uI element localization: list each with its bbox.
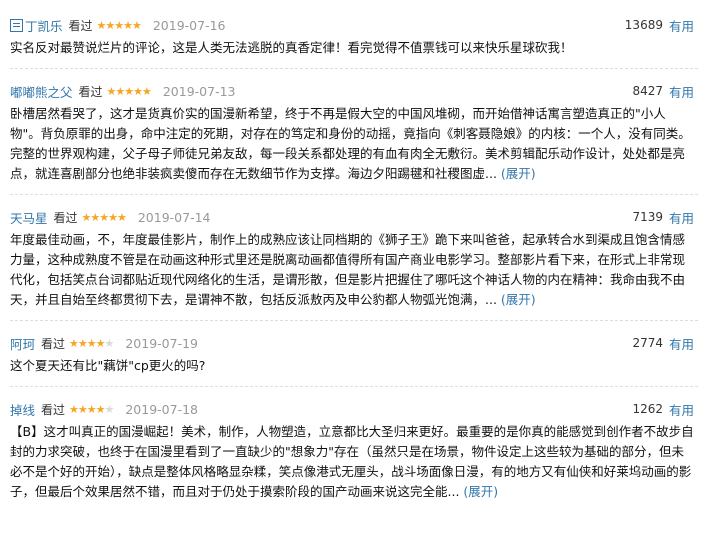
comment-user-link[interactable]: 嘟嘟熊之父 bbox=[10, 82, 73, 101]
comment-text: 卧槽居然看哭了，这才是货真价实的国漫新希望，终于不再是假大空的中国风堆砌，而开始… bbox=[10, 104, 694, 184]
comment-user-name: 天马星 bbox=[10, 210, 48, 226]
comment-meta: 天马星 看过 ★★★★★ 2019-07-14 7139 有用 bbox=[10, 204, 694, 230]
comment-short: 实名反对最赞说烂片的评论，这是人类无法逃脱的真香定律！看完觉得不值票钱可以来快乐… bbox=[10, 40, 573, 55]
comment-text: 实名反对最赞说烂片的评论，这是人类无法逃脱的真香定律！看完觉得不值票钱可以来快乐… bbox=[10, 38, 694, 58]
vote-count: 1262 bbox=[632, 402, 663, 416]
comment-status: 看过 bbox=[53, 210, 78, 225]
useful-button[interactable]: 有用 bbox=[669, 400, 694, 419]
rating-stars-icon: ★★★★★ bbox=[69, 402, 114, 416]
comment-user-name: 丁凯乐 bbox=[25, 18, 63, 34]
comment-date: 2019-07-16 bbox=[152, 17, 226, 33]
expand-link[interactable]: (展开) bbox=[463, 484, 498, 499]
comment-item: 阿珂 看过 ★★★★★ 2019-07-19 2774 有用 这个夏天还有比"藕… bbox=[0, 320, 706, 376]
comment-text: 【B】这才叫真正的国漫崛起！美术，制作，人物塑造，立意都比大圣归来更好。最重要的… bbox=[10, 422, 694, 502]
comment-item: 嘟嘟熊之父 看过 ★★★★★ 2019-07-13 8427 有用 卧槽居然看哭… bbox=[0, 68, 706, 184]
vote-count: 7139 bbox=[632, 210, 663, 224]
comment-user-link[interactable]: 阿珂 bbox=[10, 334, 35, 353]
comment-item: 丁凯乐 看过 ★★★★★ 2019-07-16 13689 有用 实名反对最赞说… bbox=[0, 12, 706, 58]
vote-count: 2774 bbox=[632, 336, 663, 350]
rating-stars-icon: ★★★★★ bbox=[69, 336, 114, 350]
rating-stars-icon: ★★★★★ bbox=[96, 18, 142, 32]
comment-date: 2019-07-14 bbox=[137, 209, 211, 225]
comment-item: 掉线 看过 ★★★★★ 2019-07-18 1262 有用 【B】这才叫真正的… bbox=[0, 386, 706, 502]
rating-stars-icon: ★★★★★ bbox=[106, 84, 152, 98]
comment-short: 这个夏天还有比"藕饼"cp更火的吗? bbox=[10, 358, 206, 373]
useful-button[interactable]: 有用 bbox=[669, 208, 694, 227]
comment-list: 丁凯乐 看过 ★★★★★ 2019-07-16 13689 有用 实名反对最赞说… bbox=[0, 12, 706, 502]
comment-meta: 嘟嘟熊之父 看过 ★★★★★ 2019-07-13 8427 有用 bbox=[10, 78, 694, 104]
comment-status: 看过 bbox=[78, 84, 103, 99]
comment-meta: 掉线 看过 ★★★★★ 2019-07-18 1262 有用 bbox=[10, 396, 694, 422]
comment-short: 卧槽居然看哭了，这才是货真价实的国漫新希望，终于不再是假大空的中国风堆砌，而开始… bbox=[10, 106, 691, 181]
vote-count: 13689 bbox=[624, 18, 663, 32]
comment-user-link[interactable]: 掉线 bbox=[10, 400, 35, 419]
comment-status: 看过 bbox=[41, 336, 66, 351]
useful-button[interactable]: 有用 bbox=[669, 82, 694, 101]
expand-link[interactable]: (展开) bbox=[501, 292, 536, 307]
useful-button[interactable]: 有用 bbox=[669, 16, 694, 35]
comment-text: 这个夏天还有比"藕饼"cp更火的吗? bbox=[10, 356, 694, 376]
comment-text: 年度最佳动画，不，年度最佳影片，制作上的成熟应该让同档期的《狮子王》跪下来叫爸爸… bbox=[10, 230, 694, 310]
comment-user-name: 嘟嘟熊之父 bbox=[10, 84, 73, 100]
comment-date: 2019-07-13 bbox=[162, 83, 236, 99]
comment-date: 2019-07-19 bbox=[125, 335, 199, 351]
comment-user-link[interactable]: 丁凯乐 bbox=[10, 16, 63, 35]
comment-user-name: 阿珂 bbox=[10, 336, 36, 352]
comment-status: 看过 bbox=[41, 402, 66, 417]
rating-stars-icon: ★★★★★ bbox=[81, 210, 127, 224]
comment-meta: 阿珂 看过 ★★★★★ 2019-07-19 2774 有用 bbox=[10, 330, 694, 356]
verified-icon bbox=[10, 18, 23, 32]
comment-item: 天马星 看过 ★★★★★ 2019-07-14 7139 有用 年度最佳动画，不… bbox=[0, 194, 706, 310]
comment-meta: 丁凯乐 看过 ★★★★★ 2019-07-16 13689 有用 bbox=[10, 12, 694, 38]
comment-short: 【B】这才叫真正的国漫崛起！美术，制作，人物塑造，立意都比大圣归来更好。最重要的… bbox=[10, 424, 694, 499]
vote-count: 8427 bbox=[632, 84, 663, 98]
expand-link[interactable]: (展开) bbox=[501, 166, 536, 181]
comment-date: 2019-07-18 bbox=[125, 401, 199, 417]
comment-user-name: 掉线 bbox=[10, 402, 36, 418]
comment-short: 年度最佳动画，不，年度最佳影片，制作上的成熟应该让同档期的《狮子王》跪下来叫爸爸… bbox=[10, 232, 686, 307]
comment-status: 看过 bbox=[68, 18, 93, 33]
useful-button[interactable]: 有用 bbox=[669, 334, 694, 353]
comment-user-link[interactable]: 天马星 bbox=[10, 208, 48, 227]
